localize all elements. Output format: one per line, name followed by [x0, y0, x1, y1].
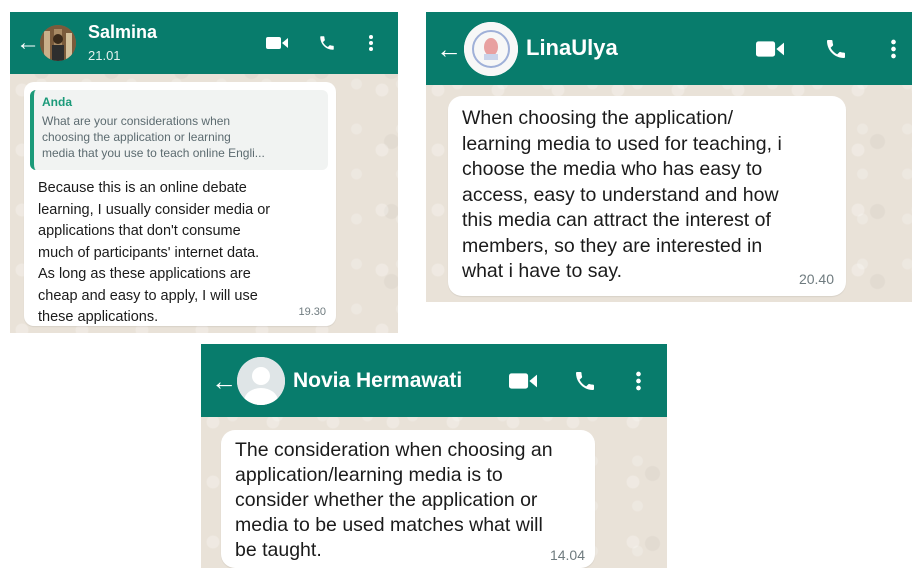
message-time: 14.04 [549, 547, 585, 563]
chat-header: ← Salmina 21.01 [10, 12, 398, 74]
contact-name[interactable]: LinaUlya [526, 35, 618, 61]
message-time: 19.30 [298, 306, 326, 318]
more-vertical-icon[interactable] [368, 34, 374, 52]
quoted-message[interactable]: Anda What are your considerations when c… [30, 90, 328, 170]
avatar[interactable] [464, 21, 518, 76]
video-camera-icon[interactable] [509, 372, 537, 390]
quote-text: What are your considerations when choosi… [42, 114, 265, 160]
chat-panel-novia: ← Novia Hermawati The consideration when… [201, 344, 667, 568]
chat-panel-salmina: ← Salmina 21.01 Anda What are your consi… [10, 12, 398, 333]
more-vertical-icon[interactable] [890, 38, 897, 60]
back-arrow-icon[interactable]: ← [16, 31, 40, 55]
back-arrow-icon[interactable]: ← [436, 36, 462, 62]
contact-subtitle: 21.01 [88, 48, 121, 63]
message-bubble[interactable]: Anda What are your considerations when c… [24, 82, 336, 326]
message-time: 20.40 [798, 271, 834, 287]
message-bubble[interactable]: The consideration when choosing an appli… [221, 430, 595, 568]
more-vertical-icon[interactable] [635, 370, 642, 392]
video-camera-icon[interactable] [756, 40, 784, 58]
video-camera-icon[interactable] [266, 36, 288, 50]
chat-header: ← LinaUlya [426, 12, 912, 85]
phone-icon[interactable] [573, 369, 597, 393]
chat-header: ← Novia Hermawati [201, 344, 667, 417]
message-text: When choosing the application/ learning … [462, 107, 782, 282]
avatar[interactable] [237, 356, 285, 405]
contact-name[interactable]: Novia Hermawati [293, 369, 462, 393]
back-arrow-icon[interactable]: ← [211, 368, 237, 394]
chat-panel-linaulya: ← LinaUlya When choosing the application… [426, 12, 912, 302]
message-bubble[interactable]: When choosing the application/ learning … [448, 96, 846, 296]
message-text: Because this is an online debate learnin… [38, 180, 271, 325]
contact-name[interactable]: Salmina [88, 22, 157, 43]
avatar[interactable] [40, 25, 76, 61]
quote-author: Anda [42, 95, 72, 109]
phone-icon[interactable] [318, 34, 336, 52]
message-text: The consideration when choosing an appli… [235, 439, 553, 561]
phone-icon[interactable] [824, 37, 848, 61]
